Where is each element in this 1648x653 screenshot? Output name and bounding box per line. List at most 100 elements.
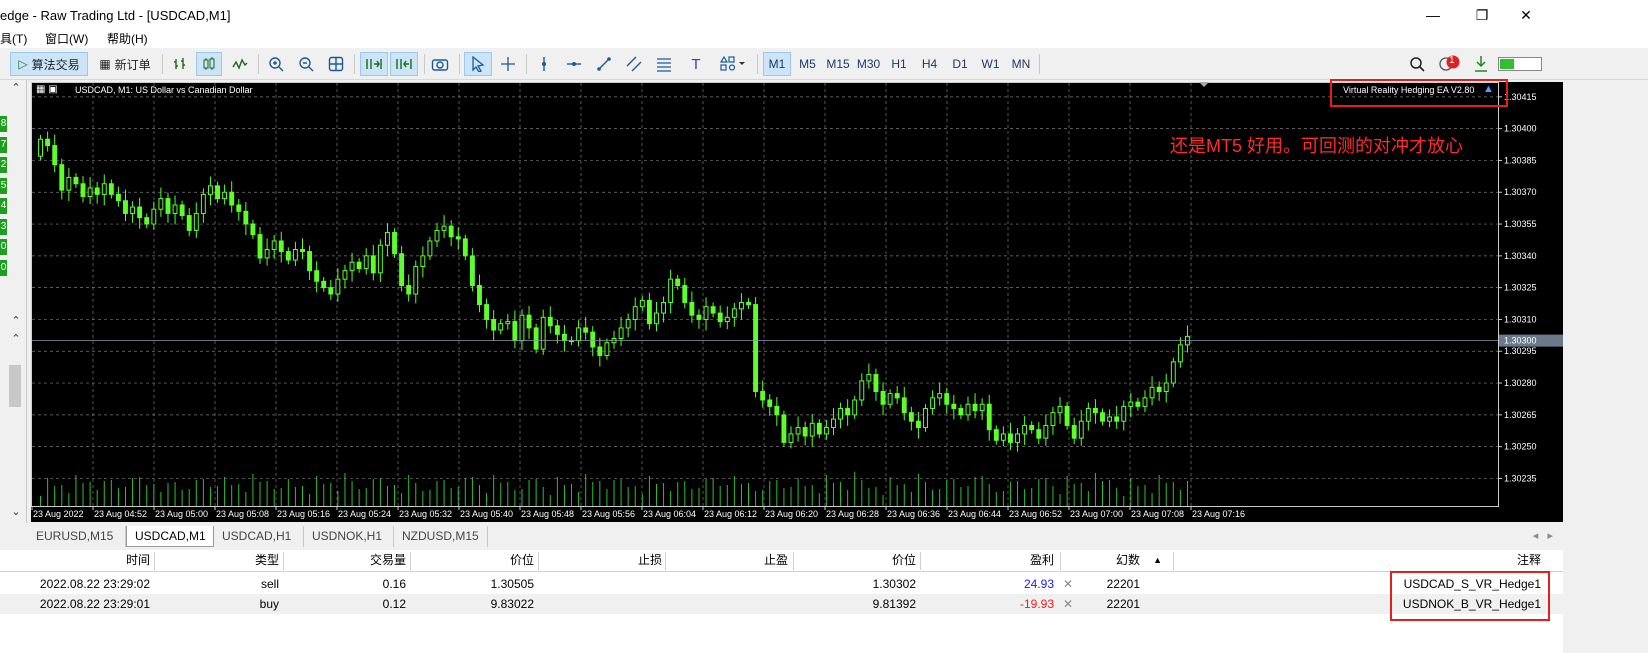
- col-time[interactable]: 时间: [126, 550, 150, 570]
- minimize-button[interactable]: —: [1410, 4, 1456, 26]
- screenshot-icon[interactable]: [428, 52, 452, 76]
- col-tp[interactable]: 止盈: [764, 550, 788, 570]
- chart-tab[interactable]: USDCAD,M1: [126, 526, 214, 547]
- menu-tools[interactable]: 具(T): [0, 30, 27, 47]
- chart-tab[interactable]: USDCAD,H1: [214, 526, 304, 547]
- candle-body: [292, 248, 298, 261]
- candle-body: [80, 183, 86, 197]
- col-sl[interactable]: 止损: [638, 550, 662, 570]
- col-price[interactable]: 价位: [510, 550, 534, 570]
- candle-body: [519, 314, 525, 342]
- trade-row[interactable]: 2022.08.22 23:29:01 buy 0.12 9.83022 9.81392…: [0, 594, 1563, 614]
- cell-price: 9.83022: [490, 597, 534, 611]
- candle-body: [689, 301, 695, 316]
- col-type[interactable]: 类型: [255, 550, 279, 570]
- col-volume[interactable]: 交易量: [370, 550, 406, 570]
- signal-strength-icon[interactable]: [1470, 52, 1492, 76]
- y-tick-label: 1.30295: [1504, 346, 1537, 356]
- candle-body: [675, 278, 681, 287]
- scroll-down-icon[interactable]: ⌄: [9, 505, 23, 519]
- new-order-label: 新订单: [114, 57, 151, 72]
- timeframe-w1[interactable]: W1: [977, 52, 1005, 76]
- candle-body: [618, 327, 624, 340]
- chart-tab[interactable]: EURUSD,M15: [28, 526, 126, 547]
- notifications-icon[interactable]: 1: [1436, 52, 1462, 76]
- search-icon[interactable]: [1406, 52, 1428, 76]
- candle-body: [731, 308, 737, 318]
- candle-body: [1029, 424, 1035, 431]
- autoscroll-icon[interactable]: [360, 52, 388, 76]
- crosshair-icon[interactable]: [496, 52, 520, 76]
- timeframe-h4[interactable]: H4: [916, 52, 944, 76]
- candle-body: [986, 403, 992, 431]
- candle-body: [1107, 416, 1113, 422]
- vertical-line-icon[interactable]: [532, 52, 556, 76]
- scroll-up-icon[interactable]: ⌃: [9, 332, 23, 346]
- horizontal-line-icon[interactable]: [562, 52, 586, 76]
- col-profit[interactable]: 盈利: [1030, 550, 1054, 570]
- menu-window[interactable]: 窗口(W): [45, 30, 88, 47]
- zoom-in-icon[interactable]: [264, 52, 288, 76]
- y-tick-label: 1.30265: [1504, 410, 1537, 420]
- equidistant-channel-icon[interactable]: [622, 52, 646, 76]
- col-magic[interactable]: 幻数: [1116, 550, 1140, 570]
- cell-magic: 22201: [1106, 597, 1140, 611]
- close-position-icon[interactable]: ✕: [1063, 574, 1073, 594]
- chart-tab[interactable]: NZDUSD,M15: [394, 526, 488, 547]
- timeframe-m15[interactable]: M15: [824, 52, 852, 76]
- text-tool-icon[interactable]: T: [684, 52, 708, 76]
- candle-body: [788, 433, 794, 443]
- zoom-out-icon[interactable]: [294, 52, 318, 76]
- maximize-button[interactable]: ❐: [1459, 4, 1505, 26]
- candle-body: [278, 240, 284, 253]
- chart-shift-icon[interactable]: [390, 52, 418, 76]
- candle-body: [838, 407, 843, 420]
- candle-body: [413, 265, 419, 295]
- scrollbar-thumb[interactable]: [9, 365, 21, 407]
- scroll-up-icon[interactable]: ⌃: [9, 314, 23, 328]
- candle-body: [993, 429, 999, 441]
- timeframe-mn[interactable]: MN: [1007, 52, 1035, 76]
- x-tick-label: 23 Aug 05:24: [338, 509, 391, 519]
- trendline-icon[interactable]: [592, 52, 616, 76]
- candle-body: [236, 204, 242, 212]
- line-chart-icon[interactable]: [228, 52, 252, 76]
- candle-body: [887, 393, 893, 405]
- timeframe-m1[interactable]: M1: [763, 52, 791, 76]
- cursor-icon[interactable]: [464, 52, 492, 76]
- tile-windows-icon[interactable]: [324, 52, 348, 76]
- candle-body: [87, 187, 93, 197]
- candle-body: [965, 403, 971, 416]
- candlestick-icon[interactable]: [196, 52, 222, 76]
- new-order-button[interactable]: ▦ 新订单: [94, 52, 156, 76]
- algo-trading-button[interactable]: ▷ 算法交易: [10, 52, 88, 76]
- timeframe-h1[interactable]: H1: [885, 52, 913, 76]
- col-comment[interactable]: 注释: [1517, 550, 1541, 570]
- cell-volume: 0.16: [382, 577, 406, 591]
- x-tick-label: 23 Aug 06:28: [826, 509, 879, 519]
- scroll-up-icon[interactable]: ⌃: [9, 81, 23, 95]
- candle-body: [455, 236, 461, 240]
- candle-body: [951, 403, 957, 409]
- connection-status-icon: [1496, 52, 1544, 76]
- market-watch-value: 4: [0, 198, 7, 214]
- shapes-icon[interactable]: [714, 52, 752, 76]
- candle-body: [250, 223, 256, 236]
- candle-body: [696, 314, 702, 320]
- close-position-icon[interactable]: ✕: [1063, 594, 1073, 614]
- candle-body: [328, 287, 334, 295]
- menu-help[interactable]: 帮助(H): [107, 30, 148, 47]
- candle-body: [639, 299, 645, 308]
- candle-body: [866, 374, 872, 382]
- timeframe-m30[interactable]: M30: [855, 52, 883, 76]
- chart-tab[interactable]: USDNOK,H1: [304, 526, 394, 547]
- bar-chart-icon[interactable]: [168, 52, 192, 76]
- close-button[interactable]: ✕: [1503, 4, 1549, 26]
- trade-row[interactable]: 2022.08.22 23:29:02 sell 0.16 1.30505 1.3030…: [0, 574, 1563, 594]
- tab-scroll-arrows[interactable]: ◂ ▸: [1533, 526, 1553, 547]
- timeframe-m5[interactable]: M5: [794, 52, 822, 76]
- timeframe-d1[interactable]: D1: [946, 52, 974, 76]
- col-current-price[interactable]: 价位: [892, 550, 916, 570]
- candle-body: [972, 403, 978, 412]
- fibonacci-icon[interactable]: [652, 52, 676, 76]
